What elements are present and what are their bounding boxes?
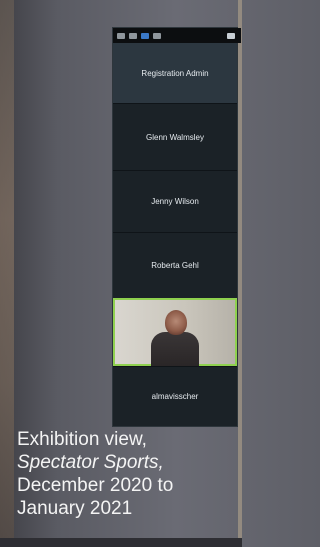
grid-icon[interactable] [153, 32, 161, 39]
video-call-participant-panel: Registration Admin Glenn Walmsley Jenny … [112, 27, 241, 427]
caption-line: December 2020 to [17, 475, 174, 496]
participant-name: almavisscher [151, 392, 199, 401]
caption-line-title: Spectator Sports, [17, 452, 164, 473]
participant-name: Jenny Wilson [151, 197, 199, 206]
gallery-view-icon[interactable] [141, 32, 149, 39]
video-call-toolbar [113, 28, 241, 43]
active-speaker-video-tile[interactable] [113, 298, 237, 366]
participant-video-body [151, 332, 199, 366]
caption-line: Exhibition view, [17, 429, 147, 450]
caption-line: January 2021 [17, 498, 133, 519]
audio-icon[interactable] [117, 32, 125, 39]
participant-video-head [165, 310, 187, 335]
participant-tile[interactable]: Glenn Walmsley [113, 103, 237, 170]
floor-strip [0, 538, 242, 547]
participant-tile[interactable]: Jenny Wilson [113, 170, 237, 232]
participant-name: Registration Admin [141, 68, 209, 78]
participant-tile[interactable]: Registration Admin [113, 43, 237, 103]
participant-tile[interactable]: almavisscher [113, 366, 237, 426]
gallery-wall-edge [0, 0, 14, 547]
participant-name: Glenn Walmsley [146, 132, 204, 142]
camera-icon[interactable] [129, 32, 137, 39]
expand-icon[interactable] [227, 32, 235, 39]
exhibition-caption: Exhibition view, Spectator Sports, Decem… [17, 428, 239, 520]
participant-tile[interactable]: Roberta Gehl [113, 232, 237, 298]
participant-name: Roberta Gehl [151, 261, 199, 270]
